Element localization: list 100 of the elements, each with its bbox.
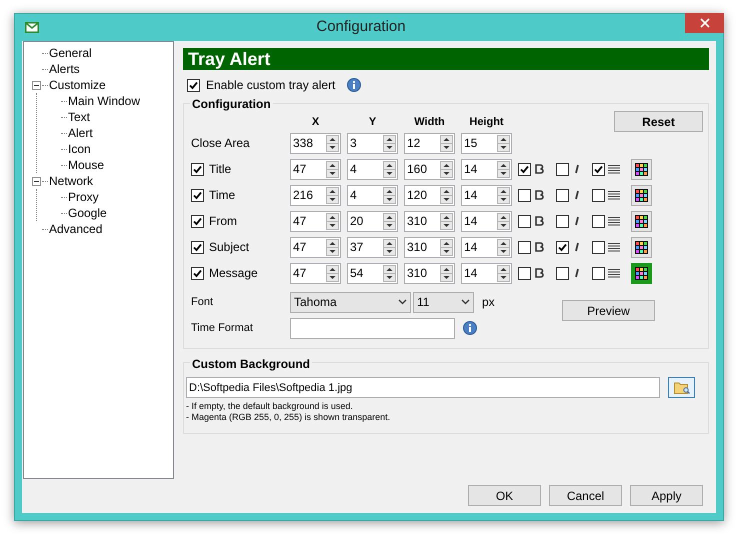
- spin-field[interactable]: 120: [404, 184, 455, 206]
- dialog-button[interactable]: OK: [468, 485, 541, 506]
- spin-arrows-icon[interactable]: [383, 264, 396, 282]
- spin-field[interactable]: 216: [290, 184, 341, 206]
- spin-arrows-icon[interactable]: [326, 160, 339, 178]
- spin-arrows-icon[interactable]: [383, 238, 396, 256]
- color-picker-button[interactable]: [631, 158, 652, 180]
- checkbox[interactable]: [187, 78, 200, 92]
- spin-arrows-icon[interactable]: [326, 212, 339, 230]
- spin-field[interactable]: 14: [461, 158, 512, 180]
- spin-field[interactable]: 12: [404, 132, 455, 154]
- spin-arrows-icon[interactable]: [383, 160, 396, 178]
- spin-field[interactable]: 160: [404, 158, 455, 180]
- spin-arrows-icon[interactable]: [497, 134, 510, 152]
- checkbox[interactable]: [556, 188, 569, 202]
- spin-field[interactable]: 3: [347, 132, 398, 154]
- spin-field[interactable]: 47: [290, 236, 341, 258]
- checkbox[interactable]: [191, 240, 204, 254]
- background-path-field[interactable]: D:\Softpedia Files\Softpedia 1.jpg: [186, 377, 660, 398]
- color-picker-button[interactable]: [631, 184, 652, 206]
- spin-field[interactable]: 4: [347, 158, 398, 180]
- spin-arrows-icon[interactable]: [383, 134, 396, 152]
- checkbox[interactable]: [556, 266, 569, 280]
- spin-field[interactable]: 338: [290, 132, 341, 154]
- checkbox[interactable]: [556, 214, 569, 228]
- spin-field[interactable]: 14: [461, 184, 512, 206]
- spin-arrows-icon[interactable]: [497, 212, 510, 230]
- tree-item[interactable]: Network: [48, 174, 94, 188]
- spin-field[interactable]: 4: [347, 184, 398, 206]
- checkbox[interactable]: [592, 214, 605, 228]
- dialog-button[interactable]: Apply: [630, 485, 703, 506]
- checkbox[interactable]: [191, 162, 204, 176]
- collapse-icon[interactable]: [32, 80, 41, 90]
- spin-field[interactable]: 47: [290, 262, 341, 284]
- size-dropdown[interactable]: 11: [413, 292, 474, 312]
- spin-arrows-icon[interactable]: [326, 186, 339, 204]
- checkbox[interactable]: [191, 188, 204, 202]
- tree-item[interactable]: Proxy: [67, 190, 100, 204]
- checkbox[interactable]: [191, 214, 204, 228]
- spin-field[interactable]: 14: [461, 236, 512, 258]
- spin-field[interactable]: 14: [461, 262, 512, 284]
- tree-item[interactable]: Alerts: [48, 62, 81, 76]
- spin-arrows-icon[interactable]: [440, 238, 453, 256]
- spin-field[interactable]: 47: [290, 210, 341, 232]
- tree-item[interactable]: Text: [67, 110, 92, 124]
- spin-field[interactable]: 54: [347, 262, 398, 284]
- spin-field[interactable]: 310: [404, 210, 455, 232]
- color-picker-button[interactable]: [631, 262, 652, 284]
- checkbox[interactable]: [556, 240, 569, 254]
- spin-arrows-icon[interactable]: [326, 238, 339, 256]
- tree-item[interactable]: Customize: [48, 78, 107, 92]
- tree-item[interactable]: Google: [67, 206, 108, 220]
- checkbox[interactable]: [556, 162, 569, 176]
- color-picker-button[interactable]: [631, 236, 652, 258]
- spin-arrows-icon[interactable]: [497, 264, 510, 282]
- preview-button[interactable]: Preview: [562, 300, 655, 321]
- tree-item[interactable]: Alert: [67, 126, 94, 140]
- spin-arrows-icon[interactable]: [497, 186, 510, 204]
- checkbox[interactable]: [592, 188, 605, 202]
- checkbox[interactable]: [592, 162, 605, 176]
- spin-arrows-icon[interactable]: [440, 212, 453, 230]
- spin-field[interactable]: 20: [347, 210, 398, 232]
- spin-arrows-icon[interactable]: [497, 238, 510, 256]
- tree-item[interactable]: General: [48, 46, 93, 60]
- spin-arrows-icon[interactable]: [326, 134, 339, 152]
- checkbox[interactable]: [518, 240, 531, 254]
- spin-field[interactable]: 15: [461, 132, 512, 154]
- checkbox[interactable]: [191, 266, 204, 280]
- spin-arrows-icon[interactable]: [383, 186, 396, 204]
- font-dropdown[interactable]: Tahoma: [290, 292, 411, 312]
- checkbox[interactable]: [518, 188, 531, 202]
- info-icon[interactable]: [463, 321, 477, 335]
- tree-item[interactable]: Mouse: [67, 158, 106, 172]
- tree-item[interactable]: Advanced: [48, 222, 104, 236]
- browse-button[interactable]: [668, 377, 695, 398]
- spin-arrows-icon[interactable]: [383, 212, 396, 230]
- spin-field[interactable]: 14: [461, 210, 512, 232]
- spin-arrows-icon[interactable]: [440, 264, 453, 282]
- tree-item[interactable]: Icon: [67, 142, 92, 156]
- checkbox[interactable]: [518, 162, 531, 176]
- collapse-icon[interactable]: [32, 176, 41, 186]
- spin-field[interactable]: 310: [404, 262, 455, 284]
- spin-arrows-icon[interactable]: [440, 134, 453, 152]
- checkbox[interactable]: [592, 266, 605, 280]
- spin-field[interactable]: 310: [404, 236, 455, 258]
- close-button[interactable]: [685, 13, 724, 33]
- info-icon[interactable]: [347, 78, 362, 92]
- checkbox[interactable]: [518, 266, 531, 280]
- checkbox[interactable]: [518, 214, 531, 228]
- spin-field[interactable]: 37: [347, 236, 398, 258]
- tree-item[interactable]: Main Window: [67, 94, 142, 108]
- time-format-field[interactable]: [290, 318, 455, 338]
- color-picker-button[interactable]: [631, 210, 652, 232]
- spin-arrows-icon[interactable]: [440, 186, 453, 204]
- spin-arrows-icon[interactable]: [440, 160, 453, 178]
- spin-field[interactable]: 47: [290, 158, 341, 180]
- dialog-button[interactable]: Cancel: [549, 485, 622, 506]
- spin-arrows-icon[interactable]: [326, 264, 339, 282]
- reset-button[interactable]: Reset: [614, 111, 703, 132]
- spin-arrows-icon[interactable]: [497, 160, 510, 178]
